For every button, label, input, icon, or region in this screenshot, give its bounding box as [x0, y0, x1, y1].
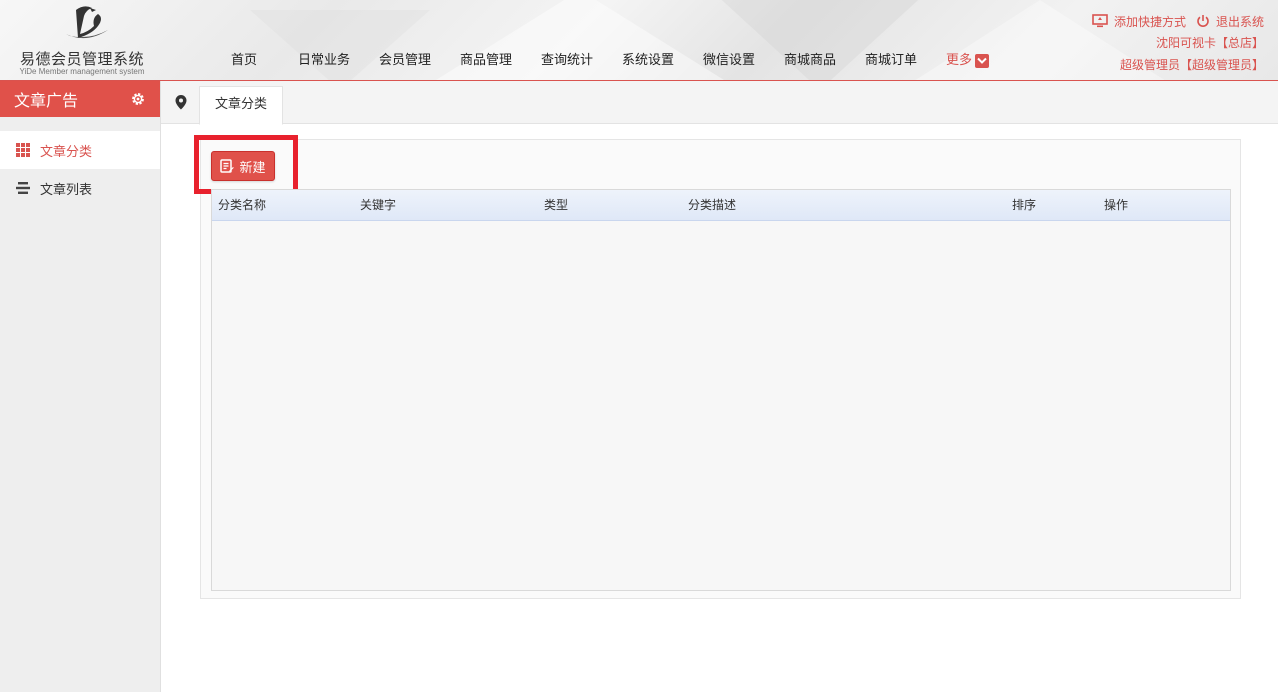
nav-item-wechat-settings[interactable]: 微信设置 — [703, 50, 771, 72]
sidebar-item-article-category[interactable]: 文章分类 — [0, 131, 160, 169]
logo-title: 易德会员管理系统 — [19, 50, 144, 68]
table-header: 分类名称 关键字 类型 分类描述 排序 操作 — [212, 190, 1230, 221]
column-header-sort-order[interactable]: 排序 — [1012, 190, 1036, 221]
column-header-type[interactable]: 类型 — [544, 190, 568, 221]
column-header-description[interactable]: 分类描述 — [688, 190, 736, 221]
add-shortcut-label: 添加快捷方式 — [1113, 14, 1186, 29]
gear-icon[interactable] — [130, 91, 146, 107]
nav-item-daily-business[interactable]: 日常业务 — [298, 50, 366, 72]
nav-item-home[interactable]: 首页 — [231, 50, 285, 72]
power-icon — [1197, 15, 1209, 27]
logo-icon — [66, 6, 108, 39]
app-header: 易德会员管理系统 YiDe Member management system 首… — [0, 0, 1278, 81]
logout-link[interactable]: 退出系统 — [1196, 13, 1264, 30]
logo[interactable]: 易德会员管理系统 YiDe Member management system — [8, 2, 156, 78]
nav-item-system-settings[interactable]: 系统设置 — [622, 50, 690, 72]
location-pin-icon — [175, 95, 187, 110]
sidebar-item-label: 文章列表 — [40, 182, 93, 198]
user-area: 添加快捷方式 退出系统 沈阳可视卡【总店】 超级管理员【超级管理员】 — [1082, 12, 1264, 76]
store-name: 沈阳可视卡【总店】 — [1155, 36, 1264, 50]
sidebar-item-article-list[interactable]: 文章列表 — [0, 169, 160, 207]
monitor-icon — [1092, 14, 1108, 28]
nav-item-member-management[interactable]: 会员管理 — [379, 50, 447, 72]
nav-item-mall-products[interactable]: 商城商品 — [784, 50, 852, 72]
grid-icon — [16, 143, 30, 157]
column-header-keyword[interactable]: 关键字 — [360, 190, 396, 221]
column-header-actions[interactable]: 操作 — [1104, 190, 1128, 221]
nav-item-mall-orders[interactable]: 商城订单 — [865, 50, 933, 72]
sidebar: 文章广告 文章分类 文章列表 — [0, 81, 161, 692]
nav-item-product-management[interactable]: 商品管理 — [460, 50, 528, 72]
chevron-down-icon — [975, 54, 990, 68]
nav-more-label: 更多 — [946, 53, 973, 68]
tab-article-category[interactable]: 文章分类 — [199, 86, 284, 125]
main-nav: 首页 日常业务 会员管理 商品管理 查询统计 系统设置 微信设置 商城商品 商城… — [218, 50, 990, 72]
sidebar-item-label: 文章分类 — [40, 144, 93, 160]
logo-subtitle: YiDe Member management system — [19, 67, 145, 76]
sidebar-title: 文章广告 — [14, 91, 79, 110]
column-header-category-name[interactable]: 分类名称 — [218, 190, 266, 221]
list-icon — [16, 182, 30, 194]
add-shortcut-link[interactable]: 添加快捷方式 — [1092, 13, 1186, 30]
nav-more-menu[interactable]: 更多 — [946, 50, 990, 72]
nav-item-query-statistics[interactable]: 查询统计 — [541, 50, 609, 72]
highlight-box — [194, 135, 298, 194]
tab-bar: 文章分类 — [161, 81, 1278, 125]
logout-label: 退出系统 — [1215, 14, 1264, 29]
category-table: 分类名称 关键字 类型 分类描述 排序 操作 — [211, 189, 1231, 591]
sidebar-header: 文章广告 — [0, 81, 160, 117]
current-user: 超级管理员【超级管理员】 — [1119, 58, 1264, 72]
